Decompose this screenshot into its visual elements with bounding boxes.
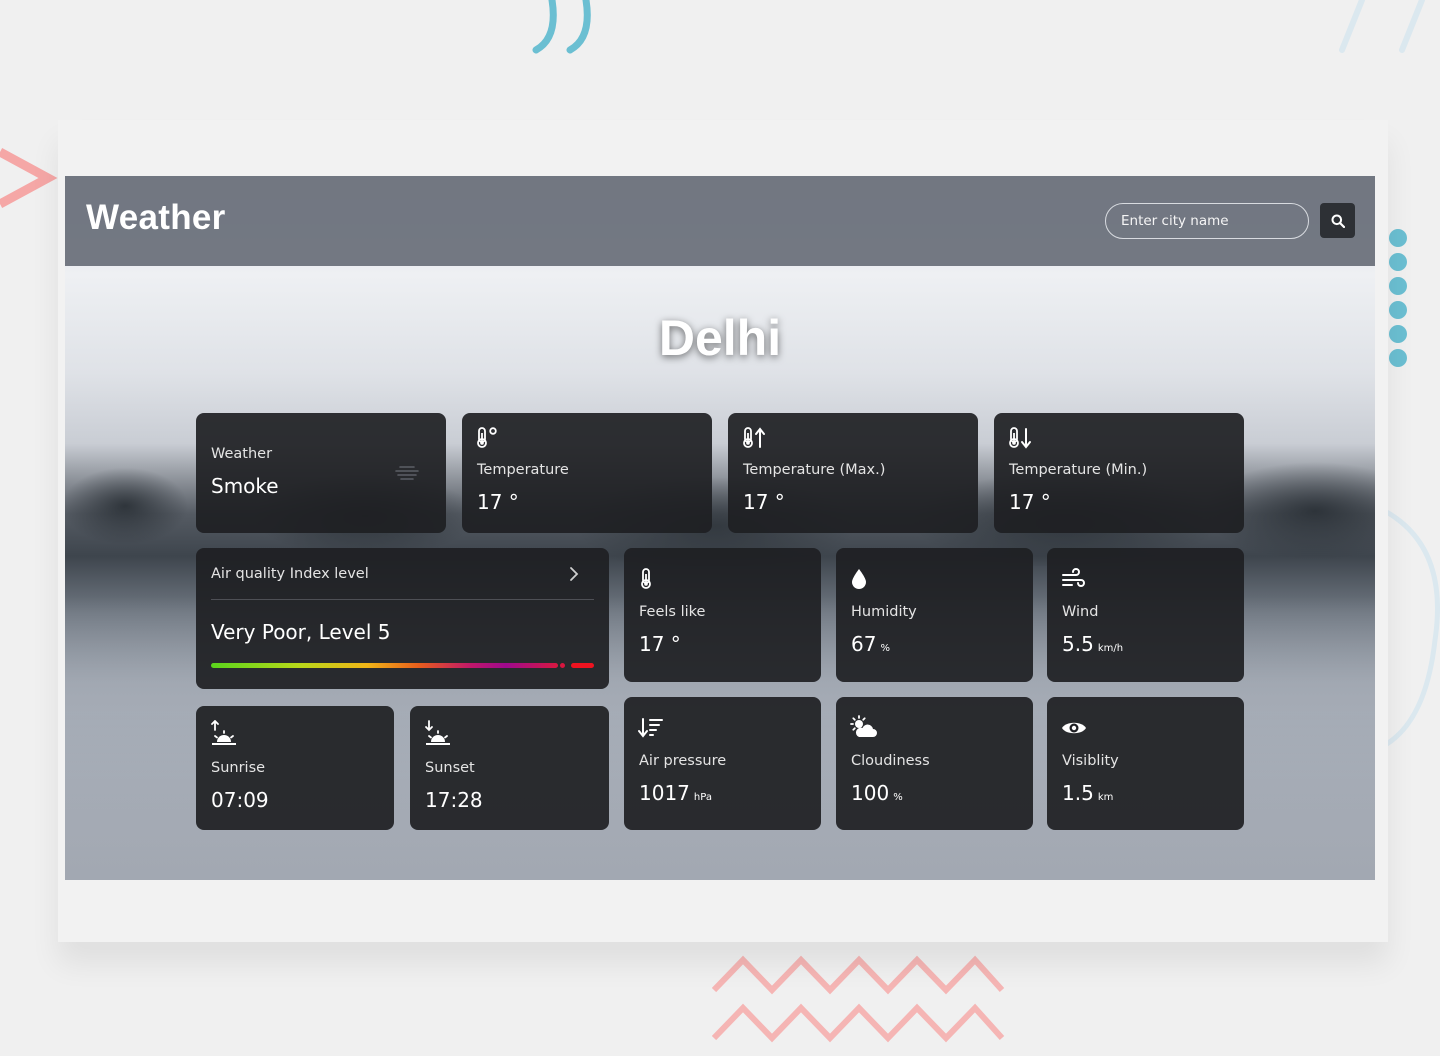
humidity-card: Humidity 67% [836,548,1033,682]
cloud-sun-icon [850,715,877,737]
sunset-value: 17:28 [425,788,483,812]
temperature-min-label: Temperature (Min.) [1009,462,1148,478]
eye-icon [1062,722,1086,734]
wind-unit: km/h [1097,643,1124,654]
cloudiness-value: 100% [851,781,903,805]
weather-label: Weather [211,446,273,462]
visibility-number: 1.5 [1062,781,1094,805]
temperature-max-card: Temperature (Max.) 17 ° [728,413,978,533]
decorative-pink-zigzags [712,955,1005,1043]
sunrise-value: 07:09 [211,788,269,812]
sunrise-icon [211,720,236,745]
sunrise-card: Sunrise 07:09 [196,706,394,830]
air-quality-card[interactable]: Air quality Index level Very Poor, Level… [196,548,609,689]
humidity-unit: % [880,643,890,654]
air-quality-active-segment [571,663,594,668]
temperature-min-card: Temperature (Min.) 17 ° [994,413,1244,533]
visibility-unit: km [1097,792,1114,803]
temperature-label: Temperature [477,462,569,478]
visibility-label: Visiblity [1062,753,1119,769]
temperature-card: Temperature 17 ° [462,413,712,533]
thermometer-up-icon [743,427,765,448]
weather-value: Smoke [211,474,279,498]
humidity-value: 67% [851,632,890,656]
thermometer-icon [641,568,651,589]
air-pressure-value: 1017 hPa [639,781,712,805]
air-quality-divider [211,599,594,600]
air-pressure-label: Air pressure [639,753,727,769]
search-button[interactable] [1320,203,1355,238]
decorative-slashes [1339,0,1425,53]
visibility-value: 1.5 km [1062,781,1113,805]
pressure-icon [638,718,663,738]
air-quality-level-marker [560,663,565,668]
wind-label: Wind [1062,604,1099,620]
air-pressure-card: Air pressure 1017 hPa [624,697,821,830]
visibility-card: Visiblity 1.5 km [1047,697,1244,830]
weather-app: Weather Delhi Weather Smoke Temperature [65,176,1375,880]
search-icon [1331,214,1345,228]
sunset-icon [425,720,450,745]
thermometer-down-icon [1009,427,1031,449]
temperature-min-value: 17 ° [1009,490,1051,514]
temperature-max-label: Temperature (Max.) [743,462,886,478]
temperature-value: 17 ° [477,490,519,514]
search-input[interactable] [1105,203,1309,239]
cloudiness-card: Cloudiness 100% [836,697,1033,830]
humidity-number: 67 [851,632,877,656]
humidity-label: Humidity [851,604,917,620]
cloudiness-number: 100 [851,781,890,805]
smoke-icon [395,466,419,480]
air-quality-label: Air quality Index level [211,566,369,582]
top-bar: Weather [65,176,1375,266]
wind-icon [1062,568,1085,587]
feels-like-value: 17 ° [639,632,681,656]
droplet-icon [852,569,866,589]
wind-number: 5.5 [1062,632,1094,656]
wind-value: 5.5 km/h [1062,632,1123,656]
air-pressure-number: 1017 [639,781,690,805]
feels-like-label: Feels like [639,604,706,620]
city-name: Delhi [658,310,782,366]
weather-condition-card: Weather Smoke [196,413,446,533]
chevron-right-icon[interactable] [568,566,580,582]
sunset-card: Sunset 17:28 [410,706,609,830]
feels-like-card: Feels like 17 ° [624,548,821,682]
air-quality-scale-bar [211,663,558,668]
feels-like-number: 17 ° [639,632,681,656]
air-pressure-unit: hPa [693,792,712,803]
app-title: Weather [86,198,226,237]
thermometer-icon [477,427,497,448]
cloudiness-unit: % [893,792,903,803]
cloudiness-label: Cloudiness [851,753,930,769]
sunset-label: Sunset [425,760,475,776]
decorative-teal-arcs [532,0,591,54]
air-quality-value: Very Poor, Level 5 [211,620,391,644]
wind-card: Wind 5.5 km/h [1047,548,1244,682]
sunrise-label: Sunrise [211,760,266,776]
decorative-pink-chevron [0,148,58,208]
temperature-max-value: 17 ° [743,490,785,514]
